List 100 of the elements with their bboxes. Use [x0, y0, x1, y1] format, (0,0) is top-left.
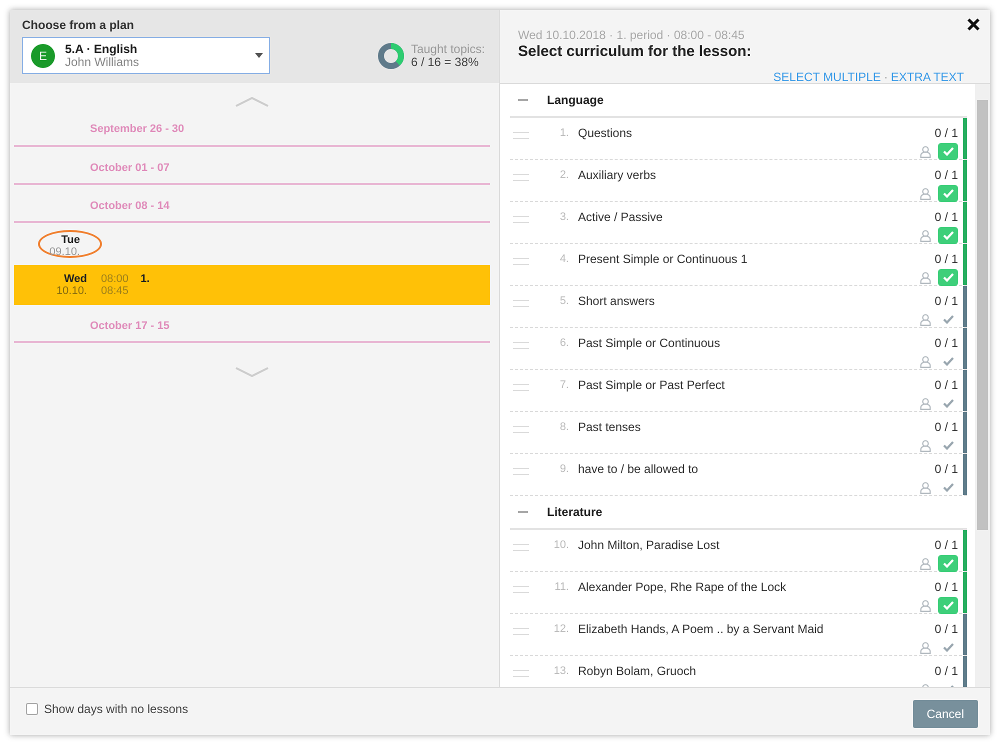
- topic-count: 0 / 1: [934, 462, 958, 476]
- plan-title: 5.A · English: [65, 42, 138, 56]
- section-title: Literature: [547, 505, 602, 519]
- topic-row[interactable]: 7. Past Simple or Past Perfect 0 / 1: [510, 370, 967, 412]
- checkbox[interactable]: [938, 597, 958, 614]
- topic-row[interactable]: 4. Present Simple or Continuous 1 0 / 1: [510, 244, 967, 286]
- topic-count: 0 / 1: [934, 252, 958, 266]
- topic-number: 5.: [558, 295, 569, 307]
- week-label: October 08 - 14: [90, 200, 170, 212]
- topic-name: Present Simple or Continuous 1: [578, 252, 748, 266]
- topic-name: Past tenses: [578, 420, 642, 434]
- start-time: 08:00: [101, 273, 129, 285]
- topic-row[interactable]: 5. Short answers 0 / 1: [510, 286, 967, 328]
- topic-row[interactable]: 9. have to / be allowed to 0 / 1: [510, 454, 967, 496]
- drag-handle-icon[interactable]: [513, 586, 529, 593]
- checkbox[interactable]: [938, 227, 958, 244]
- teacher-name: John Williams: [65, 56, 140, 68]
- topic-row[interactable]: 1. Questions 0 / 1: [510, 118, 967, 160]
- topic-name: Questions: [578, 126, 634, 140]
- drag-handle-icon[interactable]: [513, 342, 529, 349]
- lesson-details: Wed 10.10.2018 · 1. period · 08:00 - 08:45: [518, 28, 746, 42]
- lesson-row[interactable]: Wed 10.10. 08:00 08:45 1.: [14, 265, 490, 305]
- checkbox[interactable]: [26, 703, 38, 715]
- dialog-title: Select curriculum for the lesson:: [518, 43, 752, 60]
- plan-dropdown[interactable]: E 5.A · English John Williams: [22, 37, 270, 74]
- checkbox[interactable]: [938, 555, 958, 572]
- topic-count: 0 / 1: [934, 664, 958, 678]
- close-icon[interactable]: [967, 18, 980, 31]
- topic-number: 4.: [558, 253, 569, 265]
- class-avatar: E: [31, 44, 55, 68]
- topic-name: have to / be allowed to: [578, 462, 700, 476]
- topic-number: 12.: [552, 623, 569, 635]
- topic-count: 0 / 1: [934, 538, 958, 552]
- topic-count: 0 / 1: [934, 580, 958, 594]
- topic-count: 0 / 1: [934, 168, 958, 182]
- section-heading: Choose from a plan: [22, 18, 136, 32]
- topic-count: 0 / 1: [934, 210, 958, 224]
- drag-handle-icon[interactable]: [513, 300, 529, 307]
- checkmark-icon: [942, 441, 954, 450]
- topic-row[interactable]: 8. Past tenses 0 / 1: [510, 412, 967, 454]
- topic-count: 0 / 1: [934, 378, 958, 392]
- topic-row[interactable]: 12. Elizabeth Hands, A Poem .. by a Servant Maid 0 / 1: [510, 614, 967, 656]
- drag-handle-icon[interactable]: [513, 468, 529, 475]
- checkmark-icon: [942, 231, 954, 240]
- taught-value: 6 / 16 = 38%: [410, 56, 479, 68]
- topic-number: 1.: [558, 127, 569, 139]
- checkbox[interactable]: [938, 185, 958, 202]
- topic-row[interactable]: 2. Auxiliary verbs 0 / 1: [510, 160, 967, 202]
- topic-number: 3.: [558, 211, 569, 223]
- drag-handle-icon[interactable]: [513, 384, 529, 391]
- section-title: Language: [547, 93, 604, 107]
- checkmark-icon: [942, 189, 954, 198]
- topic-name: Elizabeth Hands, A Poem .. by a Servant Maid: [578, 622, 824, 636]
- separator: ·: [884, 70, 888, 84]
- topic-number: 13.: [552, 665, 569, 677]
- checkmark-icon: [942, 643, 954, 652]
- topic-count: 0 / 1: [934, 126, 958, 140]
- checkmark-icon: [942, 357, 954, 366]
- topic-name: Past Simple or Continuous: [578, 336, 722, 350]
- topic-name: Alexander Pope, Rhe Rape of the Lock: [578, 580, 788, 594]
- topic-name: Past Simple or Past Perfect: [578, 378, 726, 392]
- scroll-down-icon[interactable]: [235, 367, 269, 377]
- topic-row[interactable]: 13. Robyn Bolam, Gruoch 0 / 1: [510, 656, 967, 687]
- topic-name: Robyn Bolam, Gruoch: [578, 664, 698, 678]
- checkbox[interactable]: [938, 143, 958, 160]
- scrollbar[interactable]: [975, 84, 990, 687]
- scroll-up-icon[interactable]: [235, 97, 269, 107]
- topic-number: 10.: [552, 539, 569, 551]
- topic-name: Short answers: [578, 294, 656, 308]
- checkbox[interactable]: [938, 269, 958, 286]
- topic-name: Active / Passive: [578, 210, 664, 224]
- day-name: Wed: [62, 273, 87, 285]
- checkmark-icon: [942, 147, 954, 156]
- topic-count: 0 / 1: [934, 622, 958, 636]
- topic-row[interactable]: 10. John Milton, Paradise Lost 0 / 1: [510, 530, 967, 572]
- checkmark-icon: [942, 315, 954, 324]
- topic-row[interactable]: 6. Past Simple or Continuous 0 / 1: [510, 328, 967, 370]
- day-date: 09.10.: [48, 246, 80, 258]
- topic-number: 7.: [558, 379, 569, 391]
- checkbox-label: Show days with no lessons: [44, 702, 188, 716]
- taught-label: Taught topics:: [410, 42, 485, 56]
- checkmark-icon: [942, 399, 954, 408]
- week-label: October 17 - 15: [90, 320, 170, 332]
- drag-handle-icon[interactable]: [513, 174, 529, 181]
- drag-handle-icon[interactable]: [513, 216, 529, 223]
- topic-row[interactable]: 11. Alexander Pope, Rhe Rape of the Lock 0 / 1: [510, 572, 967, 614]
- drag-handle-icon[interactable]: [513, 670, 529, 677]
- topic-count: 0 / 1: [934, 336, 958, 350]
- topic-name: John Milton, Paradise Lost: [578, 538, 720, 552]
- drag-handle-icon[interactable]: [513, 544, 529, 551]
- topic-row[interactable]: 3. Active / Passive 0 / 1: [510, 202, 967, 244]
- checkmark-icon: [942, 559, 954, 568]
- checkmark-icon: [942, 273, 954, 282]
- caret-icon: [255, 53, 263, 58]
- drag-handle-icon[interactable]: [513, 628, 529, 635]
- topic-number: 6.: [558, 337, 569, 349]
- topic-count: 0 / 1: [934, 294, 958, 308]
- drag-handle-icon[interactable]: [513, 132, 529, 139]
- drag-handle-icon[interactable]: [513, 258, 529, 265]
- drag-handle-icon[interactable]: [513, 426, 529, 433]
